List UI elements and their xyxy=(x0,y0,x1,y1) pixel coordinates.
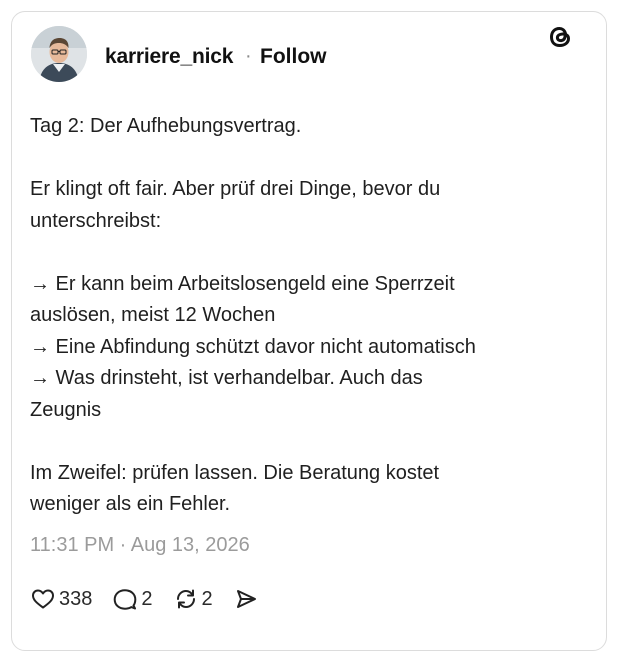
post-paragraph: Er klingt oft fair. Aber prüf drei Dinge… xyxy=(30,178,441,232)
threads-logo-icon[interactable] xyxy=(545,22,575,52)
reply-button[interactable]: 2 xyxy=(112,586,153,612)
username[interactable]: karriere_nick xyxy=(105,45,233,69)
post-paragraph: Tag 2: Der Aufhebungsvertrag. xyxy=(30,115,302,137)
like-count: 338 xyxy=(59,587,93,610)
share-button[interactable] xyxy=(233,586,259,612)
repost-button[interactable]: 2 xyxy=(173,586,213,612)
like-button[interactable]: 338 xyxy=(30,586,92,612)
repost-icon xyxy=(173,586,199,612)
post-paragraph: Im Zweifel: prüfen lassen. Die Beratung … xyxy=(30,461,440,516)
post-paragraph: → Er kann beim Arbeitslosengeld eine Spe… xyxy=(30,272,476,421)
separator-dot: · xyxy=(245,45,252,67)
reply-count: 2 xyxy=(141,587,153,610)
repost-count: 2 xyxy=(201,587,213,610)
follow-button[interactable]: Follow xyxy=(260,45,327,69)
send-icon xyxy=(233,586,259,612)
post-body: Tag 2: Der Aufhebungsvertrag. Er klingt … xyxy=(30,111,570,521)
heart-icon xyxy=(30,586,56,612)
post-timestamp[interactable]: 11:31 PM · Aug 13, 2026 xyxy=(30,534,250,557)
action-bar: 338 2 2 xyxy=(30,583,279,615)
comment-icon xyxy=(112,586,138,612)
avatar[interactable] xyxy=(31,26,87,82)
